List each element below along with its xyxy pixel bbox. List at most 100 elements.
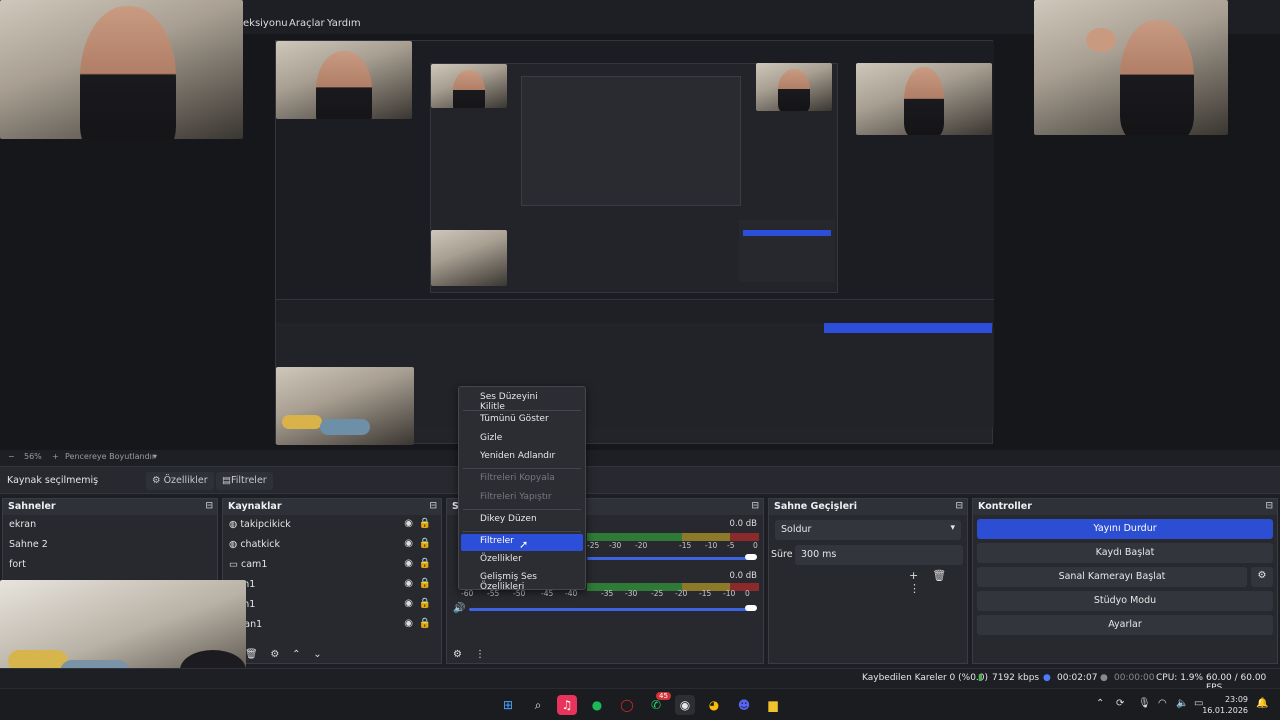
- stream-time: 00:02:07: [1057, 673, 1098, 683]
- volume-knob[interactable]: [745, 554, 757, 560]
- menu-properties[interactable]: Özellikler: [461, 552, 583, 569]
- undock-icon[interactable]: ⊟: [1265, 501, 1273, 511]
- lock-icon[interactable]: 🔒: [419, 518, 431, 529]
- menu-hide[interactable]: Gizle: [461, 431, 583, 448]
- cpu-usage: CPU: 1.9%: [1156, 673, 1204, 683]
- source-label: chatkick: [240, 539, 280, 550]
- volume-slider[interactable]: [469, 608, 753, 611]
- scene-item[interactable]: Sahne 2: [3, 535, 217, 555]
- zoom-plus-icon[interactable]: +: [52, 452, 59, 461]
- move-up-icon[interactable]: ⌃: [292, 649, 300, 660]
- eye-icon[interactable]: ◉: [404, 518, 413, 529]
- start-menu-icon[interactable]: ⊞: [498, 695, 518, 715]
- menu-advanced-audio[interactable]: Gelişmiş Ses Özellikleri: [461, 570, 583, 592]
- scenes-title: Sahneler: [8, 501, 56, 512]
- eye-icon[interactable]: ◉: [404, 558, 413, 569]
- source-item[interactable]: ekran1◉🔒: [223, 615, 441, 635]
- microphone-icon[interactable]: 🎙: [1138, 698, 1151, 709]
- menu-vertical-layout[interactable]: Dikey Düzen: [461, 512, 583, 529]
- settings-button[interactable]: Ayarlar: [977, 615, 1273, 635]
- eye-icon[interactable]: ◉: [404, 578, 413, 589]
- lock-icon[interactable]: 🔒: [419, 598, 431, 609]
- no-source-label: Kaynak seçilmemiş: [7, 475, 99, 486]
- app-tray-icon[interactable]: ⟳: [1116, 698, 1124, 709]
- undock-icon[interactable]: ⊟: [955, 501, 963, 511]
- menu-item-tools[interactable]: Araçlar: [289, 18, 325, 29]
- scenes-header: Sahneler ⊟: [3, 499, 217, 515]
- gear-icon[interactable]: ⚙: [1251, 567, 1273, 587]
- discord-icon[interactable]: ☻: [734, 695, 754, 715]
- context-menu: Ses Düzeyini Kilitle Tümünü Göster Gizle…: [458, 386, 586, 592]
- sources-header: Kaynaklar ⊟: [223, 499, 441, 515]
- trash-icon[interactable]: 🗑: [245, 649, 258, 660]
- move-down-icon[interactable]: ⌄: [313, 649, 321, 660]
- add-icon[interactable]: +: [909, 569, 918, 582]
- duration-label: Süre: [771, 549, 793, 560]
- lock-icon[interactable]: 🔒: [419, 558, 431, 569]
- mixer-settings-icon[interactable]: ⚙: [453, 649, 462, 660]
- source-item[interactable]: cam1◉🔒: [223, 595, 441, 615]
- menu-item-help[interactable]: Yardım: [327, 18, 361, 29]
- lock-icon[interactable]: 🔒: [419, 538, 431, 549]
- menu-lock-volume[interactable]: Ses Düzeyini Kilitle: [461, 390, 583, 412]
- file-explorer-icon[interactable]: ▆: [763, 695, 783, 715]
- menu-show-all[interactable]: Tümünü Göster: [461, 412, 583, 429]
- spotify-icon[interactable]: ●: [587, 695, 607, 715]
- transition-toolbar: + 🗑 ⋮: [909, 569, 967, 595]
- source-item[interactable]: ▭ cam1 ◉ 🔒: [223, 555, 441, 575]
- zoom-fit-label[interactable]: Pencereye Boyutlandır: [65, 452, 155, 461]
- lock-icon[interactable]: 🔒: [419, 578, 431, 589]
- start-recording-button[interactable]: Kaydı Başlat: [977, 543, 1273, 563]
- chrome-icon[interactable]: ◕: [704, 695, 724, 715]
- start-virtual-camera-button[interactable]: Sanal Kamerayı Başlat: [977, 567, 1247, 587]
- scene-item[interactable]: ekran: [3, 515, 217, 535]
- wifi-icon[interactable]: ◠: [1158, 698, 1167, 709]
- status-bar: Kaybedilen Kareler 0 (%0.0) ▮ 7192 kbps …: [0, 668, 1280, 693]
- search-icon[interactable]: ⌕: [528, 695, 548, 715]
- volume-slider[interactable]: [587, 557, 755, 560]
- filters-button[interactable]: ▤Filtreler: [216, 472, 273, 490]
- lock-icon[interactable]: 🔒: [419, 618, 431, 629]
- rec-time: 00:00:00: [1114, 673, 1155, 683]
- source-item[interactable]: cam1◉🔒: [223, 575, 441, 595]
- menu-separator: [463, 468, 581, 469]
- preview-canvas[interactable]: [0, 0, 1280, 450]
- undock-icon[interactable]: ⊟: [429, 501, 437, 511]
- notification-icon[interactable]: 🔔: [1256, 698, 1268, 709]
- source-item[interactable]: ◍ takipcikick ◉ 🔒: [223, 515, 441, 535]
- undock-icon[interactable]: ⊟: [205, 501, 213, 511]
- undock-icon[interactable]: ⊟: [751, 501, 759, 511]
- transitions-dock: Sahne Geçişleri ⊟ Soldur ▾ Süre 300 ms + 🗑…: [768, 498, 968, 664]
- stop-streaming-button[interactable]: Yayını Durdur: [977, 519, 1273, 539]
- studio-mode-button[interactable]: Stüdyo Modu: [977, 591, 1273, 611]
- more-icon[interactable]: ⋮: [909, 582, 920, 595]
- audio-meter: [587, 533, 759, 541]
- scene-item[interactable]: fort: [3, 555, 217, 575]
- meter-scale: -25 -30 -20 -15 -10 -5 0: [587, 541, 758, 550]
- eye-icon[interactable]: ◉: [404, 538, 413, 549]
- chevron-down-icon[interactable]: ▾: [153, 452, 157, 461]
- opera-icon[interactable]: ◯: [617, 695, 637, 715]
- controls-header: Kontroller ⊟: [973, 499, 1277, 515]
- volume-knob[interactable]: [745, 605, 757, 611]
- transition-select[interactable]: Soldur ▾: [775, 520, 961, 540]
- more-icon[interactable]: ⋮: [475, 649, 485, 660]
- eye-icon[interactable]: ◉: [404, 598, 413, 609]
- menu-rename[interactable]: Yeniden Adlandır: [461, 449, 583, 466]
- gear-icon[interactable]: ⚙: [270, 649, 279, 660]
- source-item[interactable]: ◍ chatkick ◉ 🔒: [223, 535, 441, 555]
- properties-button[interactable]: ⚙ Özellikler: [146, 472, 214, 490]
- duration-input[interactable]: 300 ms: [795, 545, 963, 565]
- menu-item-view[interactable]: eksiyonu: [243, 18, 288, 29]
- volume-icon[interactable]: 🔈: [1176, 698, 1188, 709]
- system-clock[interactable]: 23:09 16.01.2026: [1202, 694, 1248, 716]
- eye-icon[interactable]: ◉: [404, 618, 413, 629]
- music-app-icon[interactable]: ♫: [557, 695, 577, 715]
- menu-paste-filters: Filtreleri Yapıştır: [480, 492, 552, 502]
- trash-icon[interactable]: 🗑: [932, 569, 946, 582]
- speaker-icon[interactable]: 🔊: [453, 603, 465, 614]
- obs-icon[interactable]: ◉: [675, 695, 695, 715]
- tray-overflow-icon[interactable]: ⌃: [1096, 698, 1104, 709]
- zoom-minus-icon[interactable]: −: [8, 452, 15, 461]
- nested-webcam: [276, 41, 412, 119]
